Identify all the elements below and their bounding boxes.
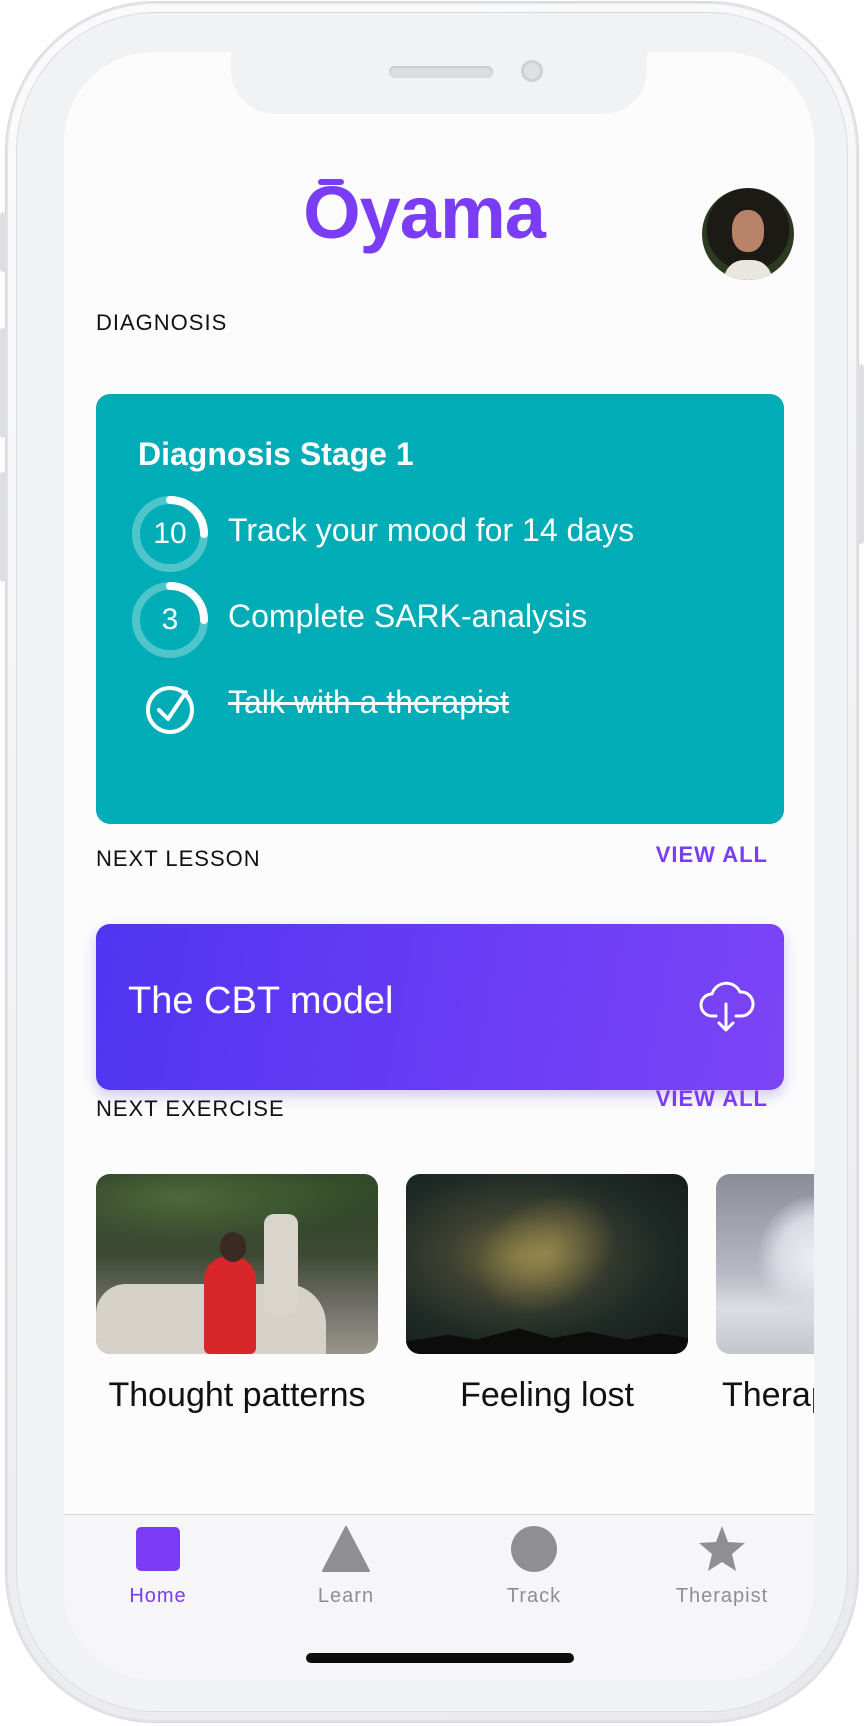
person-dress [204,1256,256,1354]
diagnosis-task[interactable]: 3 Complete SARK-analysis [130,580,750,660]
check-circle-icon [146,686,194,734]
tab-therapist[interactable]: Therapist [642,1515,802,1625]
exercise-image [716,1174,814,1354]
app-logo: Oyama [303,171,546,254]
lesson-card[interactable]: The CBT model [96,924,784,1090]
square-icon [136,1527,180,1571]
avatar-face [732,210,764,252]
screen: Oyama DIAGNOSIS Diagnosis Stage 1 10 Tra… [64,52,814,1680]
tab-label: Track [506,1585,562,1607]
tab-track[interactable]: Track [454,1515,614,1625]
exercise-card[interactable]: Thought patterns [96,1174,378,1415]
task-label: Complete SARK-analysis [228,598,588,634]
tab-learn[interactable]: Learn [266,1515,426,1625]
diagnosis-task-completed[interactable]: Talk with a therapist [130,666,750,746]
exercise-title: Therap [722,1376,814,1414]
side-button-volume-down [0,472,6,582]
driftwood-stump [264,1214,298,1314]
milky-way [446,1174,646,1346]
exercise-card[interactable]: Therap [716,1174,814,1415]
speaker [389,66,493,78]
front-camera [521,60,543,82]
person-head [220,1232,246,1262]
phone-frame: Oyama DIAGNOSIS Diagnosis Stage 1 10 Tra… [0,2,864,1722]
diagnosis-card-title: Diagnosis Stage 1 [138,436,414,472]
diagnosis-task[interactable]: 10 Track your mood for 14 days [130,494,750,574]
exercise-card[interactable]: Feeling lost [406,1174,688,1415]
triangle-icon [322,1526,370,1572]
exercise-title: Thought patterns [108,1376,366,1414]
next-lesson-section-label: NEXT LESSON [96,846,261,871]
notch [231,52,647,114]
exercise-view-all-link[interactable]: VIEW ALL [656,1086,768,1112]
next-exercise-section-label: NEXT EXERCISE [96,1096,285,1121]
avatar-shirt [724,260,772,280]
cloud-download-icon[interactable] [696,976,756,1036]
exercise-image [406,1174,688,1354]
tab-home[interactable]: Home [78,1515,238,1625]
exercise-title: Feeling lost [460,1376,634,1414]
lesson-title: The CBT model [128,980,394,1022]
exercise-image [96,1174,378,1354]
task-label: Talk with a therapist [228,684,510,720]
task-badge: 10 [153,517,187,550]
mountain-silhouette [406,1328,688,1354]
frosted-tree [756,1194,814,1324]
circle-icon [511,1526,557,1572]
task-badge: 3 [161,603,179,636]
task-label: Track your mood for 14 days [228,512,635,548]
side-button-volume-up [0,328,6,438]
diagnosis-section-label: DIAGNOSIS [96,310,228,335]
side-button-power [858,364,864,544]
diagnosis-card[interactable]: Diagnosis Stage 1 10 Track your mood for… [96,394,784,824]
tab-label: Therapist [675,1585,769,1607]
tab-label: Home [129,1585,187,1607]
lesson-view-all-link[interactable]: VIEW ALL [656,842,768,868]
avatar[interactable] [702,188,794,280]
home-indicator[interactable] [306,1653,574,1663]
side-button-silent [0,212,6,272]
tab-label: Learn [317,1585,375,1607]
star-icon [699,1526,745,1571]
